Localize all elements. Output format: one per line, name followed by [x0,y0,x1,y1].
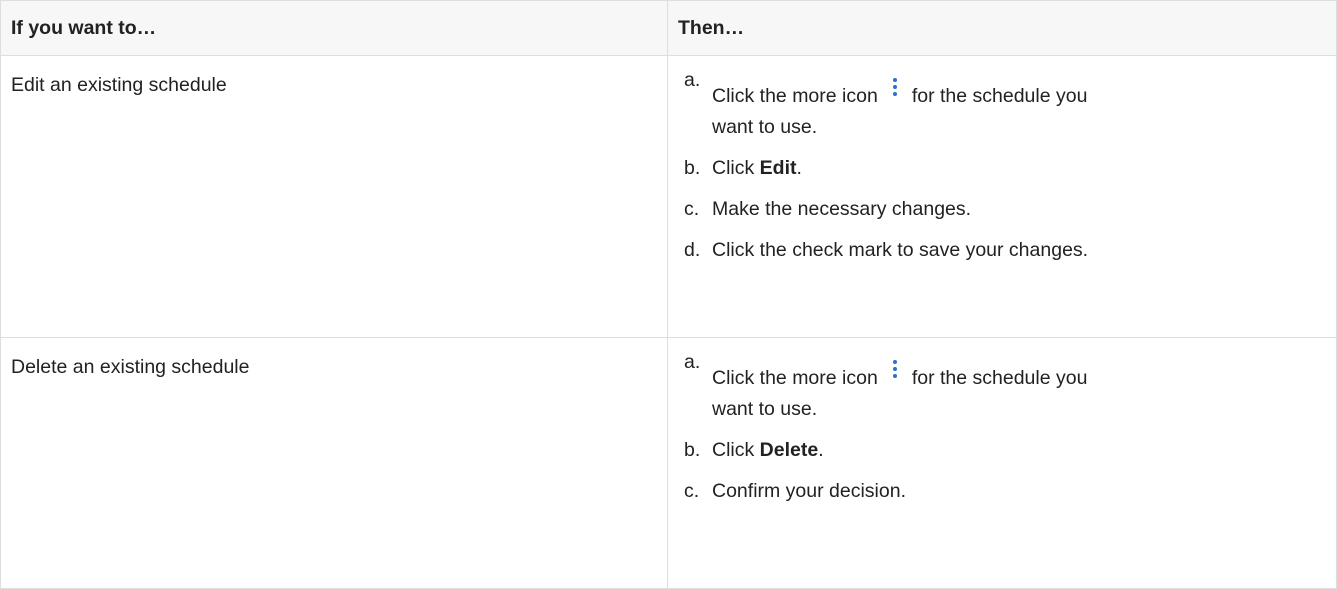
step-text: Click the more icon [712,367,878,389]
steps-list: a. Click the more icon for the schedule y… [668,56,1336,266]
step-text: for the schedule you [911,367,1088,389]
step-letter: a. [684,69,701,91]
step-text: . [796,157,802,179]
row-label: Edit an existing schedule [11,74,227,96]
more-icon [890,77,900,96]
step-bold-text: Edit [759,157,797,179]
row-steps-cell: a. Click the more icon for the schedule y… [667,55,1337,338]
step-item: a. Click the more icon for the schedule y… [684,351,1336,425]
step-text: Click [712,157,760,179]
row-steps-cell: a. Click the more icon for the schedule y… [667,337,1337,589]
step-letter: c. [684,198,700,220]
step-item: a. Click the more icon for the schedule y… [684,69,1336,143]
row-label-cell: Edit an existing schedule [0,55,668,338]
step-letter: c. [684,480,700,502]
step-text: want to use. [712,116,818,138]
table-row: Edit an existing schedule a. Click the m… [0,55,1337,338]
step-text: Make the necessary changes. [712,198,972,220]
step-item: c. Make the necessary changes. [684,194,1336,225]
more-icon [890,359,900,378]
row-label: Delete an existing schedule [11,356,250,378]
steps-list: a. Click the more icon for the schedule y… [668,338,1336,507]
step-letter: b. [684,439,701,461]
step-letter: b. [684,157,701,179]
step-text: for the schedule you [911,85,1088,107]
table-header-row: If you want to… Then… [0,0,1337,56]
table-row: Delete an existing schedule a. Click the… [0,337,1337,589]
step-letter: d. [684,239,701,261]
header-then: Then… [667,0,1337,56]
step-text: Click the check mark to save your change… [712,239,1089,261]
step-text: want to use. [712,398,818,420]
step-text: Click the more icon [712,85,878,107]
step-text: Confirm your decision. [712,480,906,502]
step-item: b. Click Delete. [684,435,1336,466]
options-table: If you want to… Then… Edit an existing s… [0,0,1337,589]
step-bold-text: Delete [759,439,819,461]
header-if-you-want-to: If you want to… [0,0,668,56]
row-label-cell: Delete an existing schedule [0,337,668,589]
step-letter: a. [684,351,701,373]
step-text: . [818,439,824,461]
step-text: Click [712,439,760,461]
step-item: c. Confirm your decision. [684,476,1336,507]
step-item: b. Click Edit. [684,153,1336,184]
step-item: d. Click the check mark to save your cha… [684,235,1336,266]
